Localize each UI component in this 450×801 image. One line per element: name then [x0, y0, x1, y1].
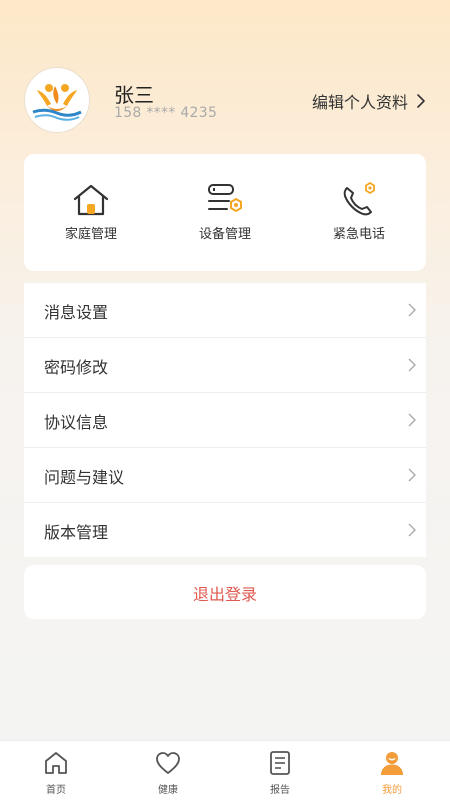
chevron-right-icon [408, 413, 416, 427]
device-settings-icon [208, 184, 242, 213]
edit-profile-label: 编辑个人资料 [311, 93, 408, 112]
menu-item-password[interactable]: 密码修改 [24, 338, 426, 393]
quick-actions-card: 家庭管理 设备管理 紧急电话 [24, 154, 426, 271]
user-name: 张三 [114, 83, 154, 107]
chevron-right-icon [408, 468, 416, 482]
tab-health[interactable]: 健康 [112, 741, 224, 801]
user-phone: 158 **** 4235 [114, 105, 218, 121]
avatar[interactable] [24, 67, 90, 133]
menu-item-label: 消息设置 [44, 303, 109, 322]
quick-action-device[interactable]: 设备管理 [158, 154, 292, 271]
menu-item-agreement[interactable]: 协议信息 [24, 393, 426, 448]
profile-header: 张三 158 **** 4235 编辑个人资料 [24, 67, 426, 133]
menu-item-message-settings[interactable]: 消息设置 [24, 283, 426, 338]
tab-label: 报告 [270, 785, 290, 796]
edit-profile-link[interactable]: 编辑个人资料 [312, 89, 426, 113]
tab-home[interactable]: 首页 [0, 741, 112, 801]
tab-mine[interactable]: 我的 [336, 741, 448, 801]
menu-item-version[interactable]: 版本管理 [24, 503, 426, 557]
menu-item-feedback[interactable]: 问题与建议 [24, 448, 426, 503]
phone-icon [343, 182, 375, 216]
chevron-right-icon [408, 358, 416, 372]
user-icon [381, 752, 403, 775]
tab-label: 首页 [46, 785, 66, 796]
house-icon [73, 184, 109, 216]
chevron-right-icon [408, 303, 416, 317]
menu-item-label: 协议信息 [44, 413, 109, 432]
menu-item-label: 密码修改 [44, 358, 109, 377]
quick-action-family[interactable]: 家庭管理 [24, 154, 158, 271]
logout-button[interactable]: 退出登录 [24, 565, 426, 619]
home-icon [45, 752, 67, 774]
quick-action-label: 紧急电话 [332, 227, 385, 242]
quick-action-emergency[interactable]: 紧急电话 [292, 154, 426, 271]
chevron-right-icon [408, 523, 416, 537]
heart-icon [156, 752, 180, 774]
report-icon [270, 751, 290, 775]
tab-label: 我的 [382, 785, 402, 796]
bottom-tab-bar: 首页 健康 报告 我的 [0, 740, 450, 801]
quick-action-label: 设备管理 [198, 227, 251, 242]
chevron-right-icon [417, 94, 425, 108]
tab-report[interactable]: 报告 [224, 741, 336, 801]
settings-menu: 消息设置 密码修改 协议信息 问题与建议 版本管理 [24, 283, 426, 557]
tab-label: 健康 [158, 785, 178, 796]
logo-icon [26, 69, 88, 131]
quick-action-label: 家庭管理 [64, 227, 117, 242]
logout-label: 退出登录 [192, 585, 257, 604]
menu-item-label: 版本管理 [44, 523, 109, 542]
menu-item-label: 问题与建议 [44, 468, 125, 487]
